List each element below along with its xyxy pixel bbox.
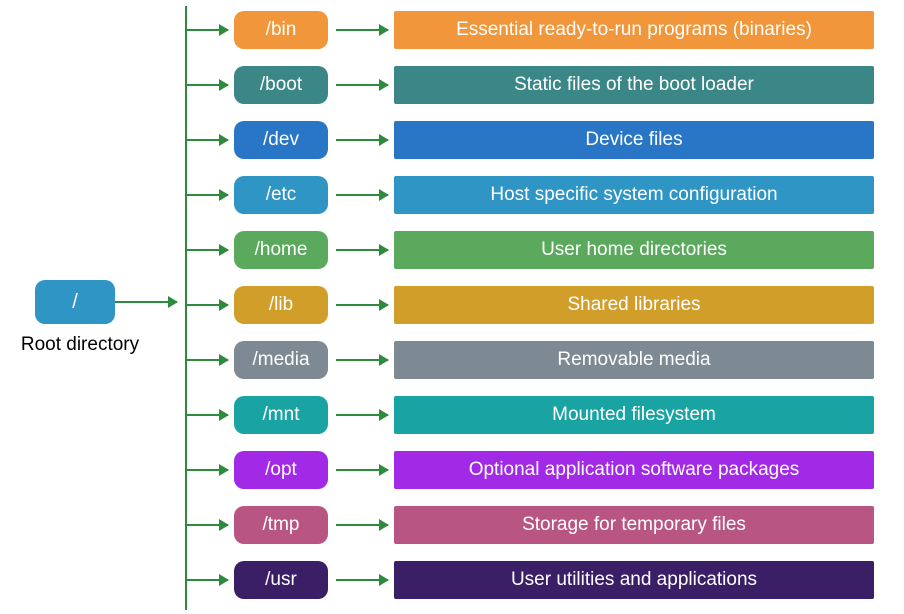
root-arrow (115, 301, 177, 303)
directory-row: /lib Shared libraries (186, 285, 874, 325)
directory-description-box: Optional application software packages (394, 451, 874, 489)
branch-arrow-icon (186, 304, 228, 306)
directory-name: /boot (260, 74, 302, 96)
directory-name: /usr (265, 569, 297, 591)
directory-name-box: /home (234, 231, 328, 269)
directory-name-box: /etc (234, 176, 328, 214)
directory-description: Static files of the boot loader (514, 74, 754, 96)
branch-arrow-icon (186, 414, 228, 416)
branch-arrow-icon (186, 84, 228, 86)
directory-name-box: /boot (234, 66, 328, 104)
directory-description-box: User home directories (394, 231, 874, 269)
desc-arrow-icon (336, 579, 388, 581)
desc-arrow-icon (336, 249, 388, 251)
desc-arrow-icon (336, 469, 388, 471)
root-label: Root directory (10, 334, 150, 356)
desc-arrow-icon (336, 359, 388, 361)
directory-name: /tmp (263, 514, 300, 536)
directory-description: Storage for temporary files (522, 514, 746, 536)
desc-arrow-icon (336, 524, 388, 526)
branch-arrow-icon (186, 194, 228, 196)
branch-arrow-icon (186, 29, 228, 31)
directory-name-box: /bin (234, 11, 328, 49)
branch-arrow-icon (186, 359, 228, 361)
desc-arrow-icon (336, 194, 388, 196)
directory-name: /home (255, 239, 308, 261)
directory-name: /media (252, 349, 309, 371)
directory-name-box: /lib (234, 286, 328, 324)
desc-arrow-icon (336, 84, 388, 86)
desc-arrow-icon (336, 29, 388, 31)
directory-description: User home directories (541, 239, 727, 261)
directory-description-box: Static files of the boot loader (394, 66, 874, 104)
desc-arrow-icon (336, 304, 388, 306)
directory-name-box: /media (234, 341, 328, 379)
desc-arrow-icon (336, 414, 388, 416)
directory-name: /dev (263, 129, 299, 151)
directory-row: /opt Optional application software packag… (186, 450, 874, 490)
directory-description: Host specific system configuration (490, 184, 777, 206)
directory-name-box: /opt (234, 451, 328, 489)
directory-row: /usr User utilities and applications (186, 560, 874, 600)
directory-row: /tmp Storage for temporary files (186, 505, 874, 545)
directory-name-box: /usr (234, 561, 328, 599)
directory-description: Mounted filesystem (552, 404, 716, 426)
desc-arrow-icon (336, 139, 388, 141)
branch-arrow-icon (186, 139, 228, 141)
directory-description-box: Host specific system configuration (394, 176, 874, 214)
directory-description-box: Shared libraries (394, 286, 874, 324)
directory-description: User utilities and applications (511, 569, 757, 591)
branch-arrow-icon (186, 249, 228, 251)
directory-description: Shared libraries (567, 294, 700, 316)
directory-row: /bin Essential ready-to-run programs (bin… (186, 10, 874, 50)
directory-description-box: Removable media (394, 341, 874, 379)
branch-arrow-icon (186, 579, 228, 581)
branch-arrow-icon (186, 469, 228, 471)
directory-name: /lib (269, 294, 293, 316)
directory-description-box: Device files (394, 121, 874, 159)
directory-name: /mnt (263, 404, 300, 426)
directory-row: /mnt Mounted filesystem (186, 395, 874, 435)
directory-row: /home User home directories (186, 230, 874, 270)
directory-row: /boot Static files of the boot loader (186, 65, 874, 105)
directory-description-box: User utilities and applications (394, 561, 874, 599)
directory-name: /bin (266, 19, 297, 41)
directory-name-box: /tmp (234, 506, 328, 544)
directory-row: /dev Device files (186, 120, 874, 160)
root-symbol: / (72, 291, 78, 314)
directory-name-box: /mnt (234, 396, 328, 434)
directory-name: /opt (265, 459, 297, 481)
directory-row: /etc Host specific system configuration (186, 175, 874, 215)
directory-description: Optional application software packages (469, 459, 800, 481)
directory-name: /etc (266, 184, 297, 206)
directory-description: Removable media (557, 349, 710, 371)
directory-description-box: Storage for temporary files (394, 506, 874, 544)
root-node: / (35, 280, 115, 324)
directory-name-box: /dev (234, 121, 328, 159)
directory-description-box: Essential ready-to-run programs (binarie… (394, 11, 874, 49)
branch-arrow-icon (186, 524, 228, 526)
directory-description: Essential ready-to-run programs (binarie… (456, 19, 812, 41)
directory-description: Device files (585, 129, 682, 151)
directory-row: /media Removable media (186, 340, 874, 380)
directory-description-box: Mounted filesystem (394, 396, 874, 434)
